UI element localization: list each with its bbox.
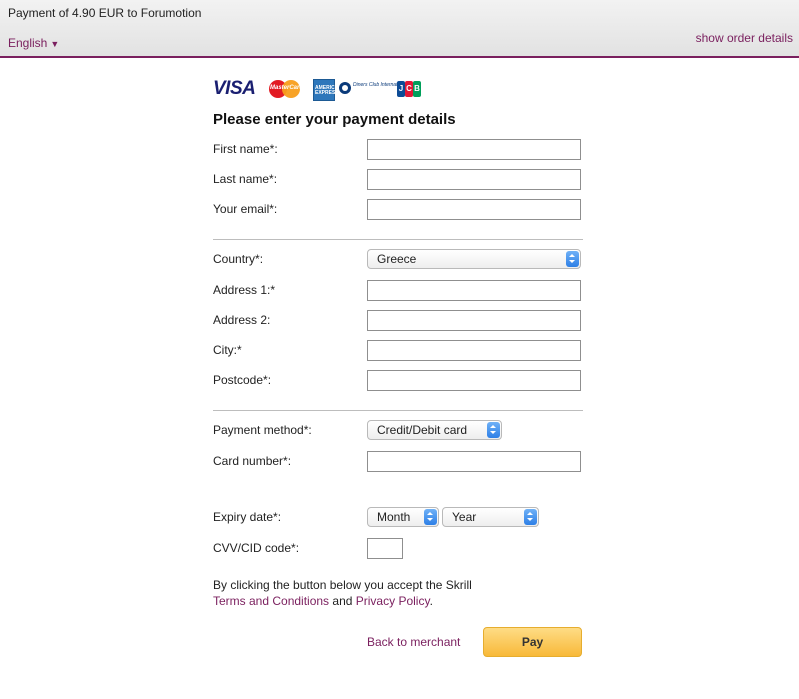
mastercard-text: MasterCard bbox=[270, 85, 304, 91]
card-number-input[interactable] bbox=[367, 451, 581, 472]
expiry-month-value: Month bbox=[377, 510, 411, 524]
expiry-year-value: Year bbox=[452, 510, 477, 524]
last-name-input[interactable] bbox=[367, 169, 581, 190]
cvv-input[interactable] bbox=[367, 538, 403, 559]
first-name-input[interactable] bbox=[367, 139, 581, 160]
payment-method-label: Payment method*: bbox=[213, 423, 312, 437]
show-order-details-link[interactable]: show order details bbox=[696, 31, 793, 45]
select-arrows-icon bbox=[424, 509, 437, 525]
divider bbox=[213, 239, 583, 240]
city-input[interactable] bbox=[367, 340, 581, 361]
top-bar: Payment of 4.90 EUR to Forumotion Englis… bbox=[0, 0, 799, 58]
terms-text: By clicking the button below you accept … bbox=[213, 578, 472, 592]
postcode-input[interactable] bbox=[367, 370, 581, 391]
pay-button[interactable]: Pay bbox=[483, 627, 582, 657]
language-label: English bbox=[8, 36, 48, 50]
postcode-label: Postcode*: bbox=[213, 373, 272, 387]
dropdown-arrow-icon: ▼ bbox=[50, 39, 60, 49]
mastercard-logo: MasterCard bbox=[269, 79, 304, 99]
terms-notice: By clicking the button below you accept … bbox=[213, 577, 472, 609]
country-select[interactable]: Greece bbox=[367, 249, 581, 269]
terms-and: and bbox=[329, 594, 356, 608]
email-input[interactable] bbox=[367, 199, 581, 220]
select-arrows-icon bbox=[566, 251, 579, 267]
diners-logo: Diners Club International bbox=[339, 79, 408, 99]
amex-logo: AMERICAN EXPRESS bbox=[313, 79, 342, 101]
address1-input[interactable] bbox=[367, 280, 581, 301]
cvv-label: CVV/CID code*: bbox=[213, 541, 300, 555]
address2-label: Address 2: bbox=[213, 313, 271, 327]
back-to-merchant-link[interactable]: Back to merchant bbox=[367, 635, 460, 649]
email-label: Your email*: bbox=[213, 202, 278, 216]
expiry-year-select[interactable]: Year bbox=[442, 507, 539, 527]
last-name-label: Last name*: bbox=[213, 172, 278, 186]
city-label: City:* bbox=[213, 343, 242, 357]
address1-label: Address 1:* bbox=[213, 283, 276, 297]
terms-link[interactable]: Terms and Conditions bbox=[213, 594, 329, 608]
first-name-label: First name*: bbox=[213, 142, 278, 156]
language-selector[interactable]: English ▼ bbox=[8, 36, 59, 50]
address2-input[interactable] bbox=[367, 310, 581, 331]
payment-title: Payment of 4.90 EUR to Forumotion bbox=[8, 6, 202, 20]
amex-text: AMERICAN EXPRESS bbox=[315, 85, 342, 96]
select-arrows-icon bbox=[487, 422, 500, 438]
terms-period: . bbox=[429, 594, 433, 608]
form-heading: Please enter your payment details bbox=[213, 111, 456, 128]
payment-method-value: Credit/Debit card bbox=[377, 423, 468, 437]
country-value: Greece bbox=[377, 252, 417, 266]
country-label: Country*: bbox=[213, 252, 264, 266]
divider bbox=[213, 410, 583, 411]
jcb-logo: J C B bbox=[397, 79, 422, 99]
expiry-month-select[interactable]: Month bbox=[367, 507, 439, 527]
payment-method-select[interactable]: Credit/Debit card bbox=[367, 420, 502, 440]
card-number-label: Card number*: bbox=[213, 454, 292, 468]
privacy-link[interactable]: Privacy Policy bbox=[356, 594, 430, 608]
expiry-label: Expiry date*: bbox=[213, 510, 282, 524]
select-arrows-icon bbox=[524, 509, 537, 525]
visa-logo: VISA bbox=[213, 78, 256, 99]
